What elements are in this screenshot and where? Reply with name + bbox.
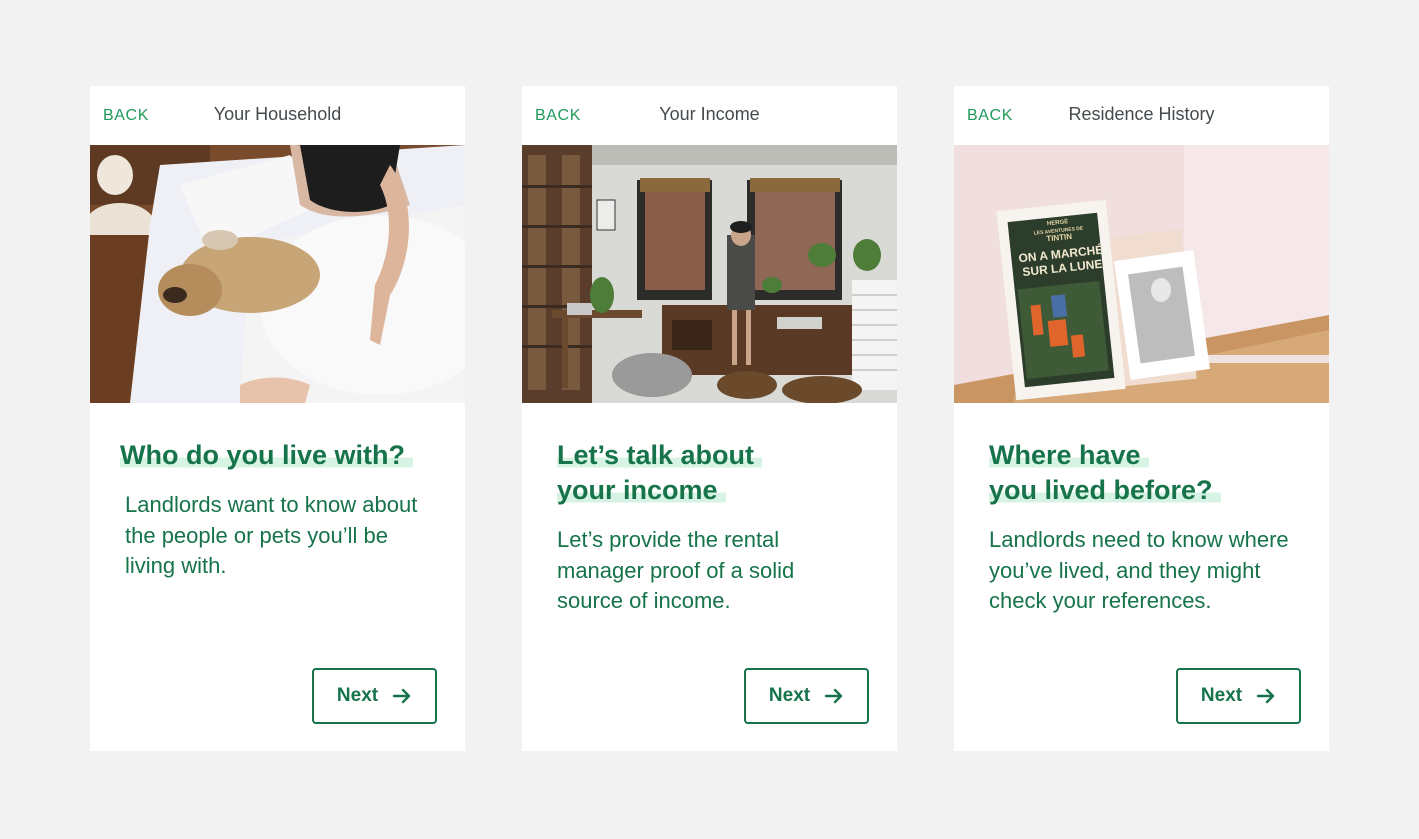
heading-line: Let’s talk about [557,440,763,470]
next-button[interactable]: Next [312,668,437,724]
next-label: Next [768,685,811,706]
top-bar: BACK Residence History [954,86,1329,145]
screen-title: Your Income [659,104,760,124]
heading-line: Where have [989,440,1149,470]
next-button[interactable]: Next [1176,668,1301,724]
heading: Let’s talk about your income [557,438,763,508]
description: Let’s provide the rental manager proof o… [557,527,795,613]
income-card: BACK Your Income Let’s talk about your i… [522,86,897,751]
residence-photo: HERGÉ LES AVENTURES DE TINTIN ON A MARCH… [954,145,1329,403]
heading-line: Who do you live with? [120,440,413,470]
next-label: Next [336,685,379,706]
next-label: Next [1200,685,1243,706]
top-bar: BACK Your Income [522,86,897,145]
arrow-right-icon [392,688,411,704]
description: Landlords need to know where you’ve live… [989,527,1289,613]
income-photo [522,145,897,403]
arrow-right-icon [824,688,843,704]
heading: Where have you lived before? [989,438,1221,508]
arrow-right-icon [1256,688,1275,704]
heading-line: your income [557,475,726,505]
household-photo [90,145,465,403]
screen-title: Residence History [1068,104,1215,124]
residence-history-card: BACK Residence History HERGÉ LES AVENTUR… [954,86,1329,751]
description: Landlords want to know about the people … [125,492,418,578]
screen-title: Your Household [213,104,342,124]
next-button[interactable]: Next [744,668,869,724]
top-bar: BACK Your Household [90,86,465,145]
heading: Who do you live with? [120,438,413,473]
heading-line: you lived before? [989,475,1221,505]
household-card: BACK Your Household Who do you live with… [90,86,465,751]
